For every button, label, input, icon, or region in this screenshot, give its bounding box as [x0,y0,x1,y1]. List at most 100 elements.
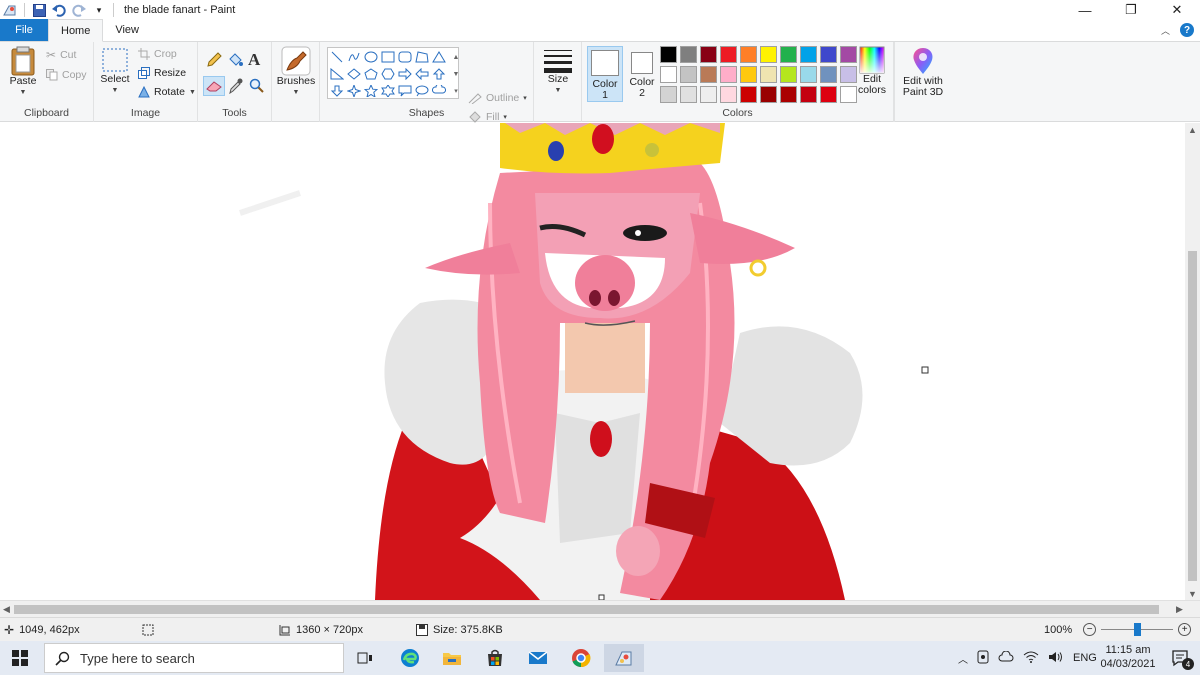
wifi-icon[interactable] [1023,651,1039,666]
rotate-button[interactable]: Rotate ▼ [138,83,196,101]
palette-swatch[interactable] [800,86,817,103]
collapse-ribbon-icon[interactable]: ︿ [1161,24,1170,37]
palette-swatch[interactable] [740,86,757,103]
clock[interactable]: 11:15 am 04/03/2021 [1096,643,1160,671]
palette-swatch[interactable] [740,66,757,83]
copy-button[interactable]: Copy [46,66,87,84]
scroll-down-icon[interactable]: ▼ [448,66,464,82]
tab-view[interactable]: View [103,19,151,41]
select-button[interactable]: Select ▼ [100,46,130,96]
palette-swatch[interactable] [660,86,677,103]
pentagon-shape-icon[interactable] [363,66,379,82]
palette-swatch[interactable] [800,46,817,63]
palette-swatch[interactable] [720,66,737,83]
scroll-left-arrow-icon[interactable]: ◀ [3,604,10,615]
oval-shape-icon[interactable] [363,49,379,65]
palette-swatch[interactable] [720,86,737,103]
down-arrow-shape-icon[interactable] [329,83,345,99]
five-point-star-shape-icon[interactable] [363,83,379,99]
resize-button[interactable]: Resize [138,64,186,82]
vertical-scroll-thumb[interactable] [1188,251,1197,581]
rounded-rect-shape-icon[interactable] [397,49,413,65]
text-tool-icon[interactable]: A [248,50,260,70]
notification-center-icon[interactable]: 4 [1160,644,1200,672]
taskbar-search[interactable]: Type here to search [44,643,344,673]
start-button[interactable] [0,644,40,672]
edit-colors-button[interactable]: Edit colors [854,46,890,96]
right-triangle-shape-icon[interactable] [329,66,345,82]
palette-swatch[interactable] [660,66,677,83]
palette-swatch[interactable] [780,66,797,83]
palette-swatch[interactable] [700,66,717,83]
palette-swatch[interactable] [820,46,837,63]
zoom-out-icon[interactable]: − [1083,623,1097,636]
palette-swatch[interactable] [760,46,777,63]
minimize-button[interactable]: — [1062,0,1108,20]
volume-icon[interactable] [1048,651,1064,666]
palette-swatch[interactable] [760,86,777,103]
edge-browser-icon[interactable] [390,644,430,672]
palette-swatch[interactable] [680,66,697,83]
crop-button[interactable]: Crop [138,45,177,63]
palette-swatch[interactable] [680,86,697,103]
vertical-scrollbar[interactable]: ▲ ▼ [1185,123,1200,601]
file-explorer-icon[interactable] [432,644,472,672]
chrome-icon[interactable] [561,644,601,672]
save-icon[interactable] [31,2,47,18]
scroll-right-arrow-icon[interactable]: ▶ [1176,604,1183,615]
palette-swatch[interactable] [740,46,757,63]
tab-file[interactable]: File [0,19,48,41]
restore-button[interactable]: ❐ [1108,0,1154,20]
customize-toolbar-icon[interactable]: ▾ [91,2,107,18]
microsoft-store-icon[interactable] [475,644,515,672]
four-point-star-shape-icon[interactable] [346,83,362,99]
right-arrow-shape-icon[interactable] [397,66,413,82]
palette-swatch[interactable] [700,46,717,63]
zoom-slider-thumb[interactable] [1134,623,1142,636]
palette-swatch[interactable] [680,46,697,63]
onedrive-cloud-icon[interactable] [998,650,1014,666]
show-hidden-icons-icon[interactable]: ︿ [958,651,968,666]
paint-taskbar-icon[interactable] [604,644,644,672]
brushes-button[interactable]: Brushes ▼ [275,46,317,98]
undo-icon[interactable] [51,2,67,18]
palette-swatch[interactable] [820,86,837,103]
help-icon[interactable]: ? [1180,23,1194,37]
zoom-slider[interactable] [1101,623,1174,636]
color-picker-icon[interactable] [229,78,243,97]
outline-button[interactable]: Outline ▾ [468,89,527,107]
palette-swatch[interactable] [820,66,837,83]
task-view-icon[interactable] [345,644,385,672]
color1-selector[interactable]: Color 1 [587,46,623,102]
polygon-shape-icon[interactable] [414,49,430,65]
scroll-up-icon[interactable]: ▲ [448,49,464,65]
mail-icon[interactable] [518,644,558,672]
drawing-canvas[interactable] [0,123,1185,600]
palette-swatch[interactable] [700,86,717,103]
curve-shape-icon[interactable] [346,49,362,65]
expand-shapes-icon[interactable]: ▾ [448,83,464,99]
cloud-callout-shape-icon[interactable] [431,83,447,99]
oval-callout-shape-icon[interactable] [414,83,430,99]
zoom-in-icon[interactable]: + [1178,623,1192,636]
rectangle-shape-icon[interactable] [380,49,396,65]
diamond-shape-icon[interactable] [346,66,362,82]
palette-swatch[interactable] [720,46,737,63]
cut-button[interactable]: ✂ Cut [46,46,76,64]
rect-callout-shape-icon[interactable] [397,83,413,99]
color2-selector[interactable]: Color 2 [624,46,660,102]
edit-with-paint3d-button[interactable]: Edit with Paint 3D [898,46,948,98]
paint-app-icon[interactable] [2,2,18,18]
up-arrow-shape-icon[interactable] [431,66,447,82]
paste-button[interactable]: Paste ▼ [6,46,40,98]
scroll-up-arrow-icon[interactable]: ▲ [1188,125,1197,135]
horizontal-scroll-thumb[interactable] [14,605,1159,614]
eraser-icon[interactable] [203,76,225,96]
six-point-star-shape-icon[interactable] [380,83,396,99]
pencil-icon[interactable] [206,52,222,71]
triangle-shape-icon[interactable] [431,49,447,65]
line-shape-icon[interactable] [329,49,345,65]
palette-swatch[interactable] [780,46,797,63]
size-button[interactable]: Size ▼ [542,48,574,96]
palette-swatch[interactable] [780,86,797,103]
